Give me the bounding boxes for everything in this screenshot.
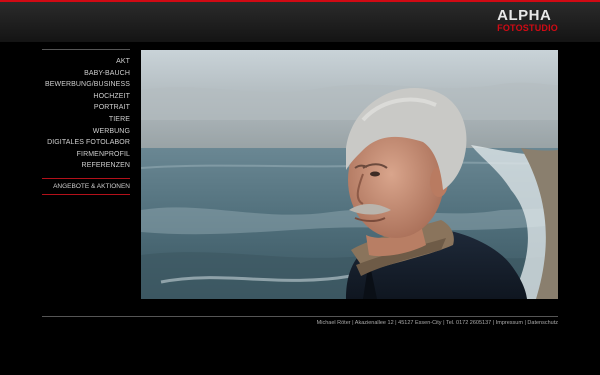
logo-name: ALPHA — [497, 7, 552, 24]
nav-item-akt[interactable]: AKT — [42, 56, 130, 68]
footer: Michael Röter | Akazienallee 12 | 45127 … — [317, 320, 558, 326]
impressum-link[interactable]: Impressum — [496, 320, 523, 326]
nav-item-referenzen[interactable]: REFERENZEN — [42, 160, 130, 172]
footer-street: Akazienallee 12 — [354, 320, 394, 326]
nav-top-divider — [42, 49, 130, 50]
footer-name: Michael Röter — [316, 320, 351, 326]
nav-list: AKT BABY-BAUCH BEWERBUNG/BUSINESS HOCHZE… — [42, 56, 130, 172]
nav-item-werbung[interactable]: WERBUNG — [42, 126, 130, 138]
nav-item-angebote-aktionen[interactable]: ANGEBOTE & AKTIONEN — [42, 179, 130, 194]
nav-item-portrait[interactable]: PORTRAIT — [42, 102, 130, 114]
footer-divider — [42, 316, 558, 317]
nav-item-firmenprofil[interactable]: FIRMENPROFIL — [42, 149, 130, 161]
logo[interactable]: ALPHA FOTOSTUDIO — [497, 8, 558, 34]
footer-phone: Tel. 0172 2605137 — [445, 320, 492, 326]
nav-item-baby-bauch[interactable]: BABY-BAUCH — [42, 68, 130, 80]
logo-subtitle: FOTOSTUDIO — [497, 23, 558, 33]
datenschutz-link[interactable]: Datenschutz — [527, 320, 558, 326]
footer-city: 45127 Essen-City — [398, 320, 442, 326]
nav-item-tiere[interactable]: TIERE — [42, 114, 130, 126]
nav-item-hochzeit[interactable]: HOCHZEIT — [42, 91, 130, 103]
nav-divider-red-bottom — [42, 193, 130, 195]
nav-item-digitales-fotolabor[interactable]: DIGITALES FOTOLABOR — [42, 137, 130, 149]
sidebar-nav: AKT BABY-BAUCH BEWERBUNG/BUSINESS HOCHZE… — [42, 49, 130, 195]
hero-photo — [141, 50, 558, 299]
header-bar: ALPHA FOTOSTUDIO — [0, 2, 600, 42]
nav-item-bewerbung-business[interactable]: BEWERBUNG/BUSINESS — [42, 79, 130, 91]
